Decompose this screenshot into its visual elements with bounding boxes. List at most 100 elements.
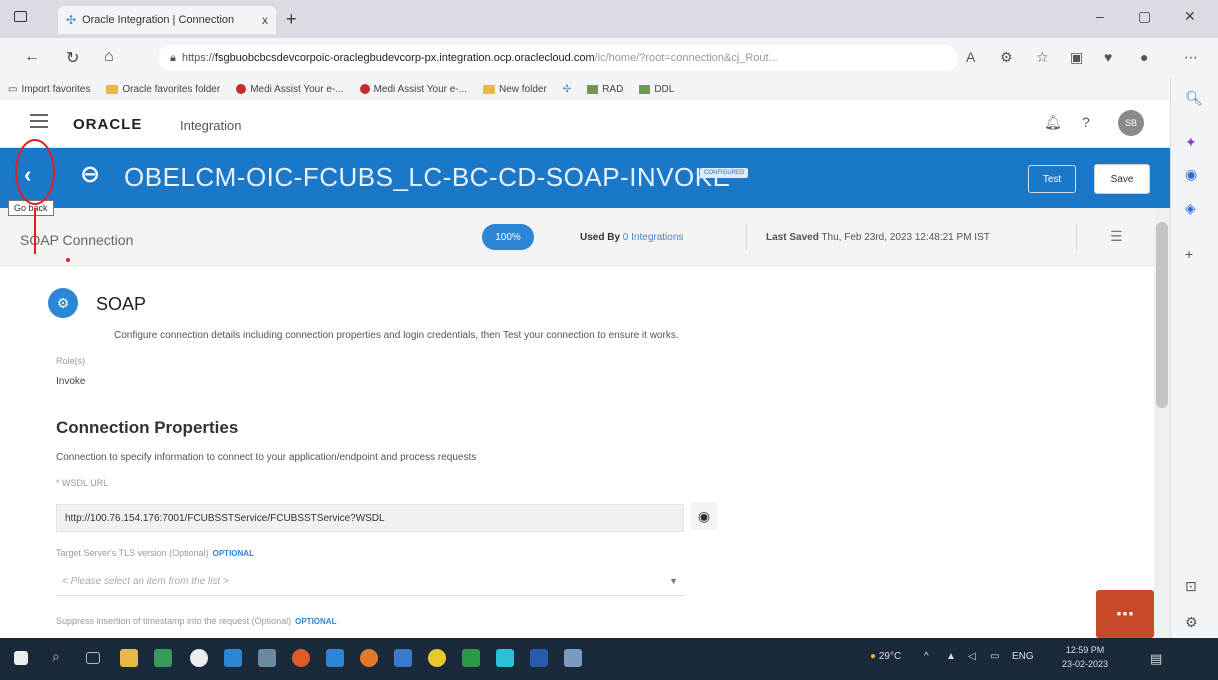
favorite-oic[interactable]: ✣ [563, 84, 571, 95]
language-indicator[interactable]: ENG [1012, 651, 1034, 662]
list-menu-icon[interactable]: ☰ [1110, 228, 1123, 245]
file-explorer-icon[interactable] [120, 649, 138, 667]
app-green-icon[interactable] [154, 649, 172, 667]
favorites-star-icon[interactable]: ☆ [1036, 49, 1049, 66]
new-tab-button[interactable]: + [286, 9, 297, 30]
app-gray-icon[interactable] [258, 649, 276, 667]
office-icon[interactable]: ◉ [1185, 166, 1197, 183]
favorite-medi-assist-2[interactable]: Medi Assist Your e-... [359, 84, 467, 95]
tray-chevron-icon[interactable]: ^ [924, 651, 929, 662]
section-description: Connection to specify information to con… [56, 452, 477, 463]
extensions-icon[interactable]: ⚙ [1000, 49, 1013, 66]
task-view-icon[interactable] [86, 652, 100, 664]
save-button[interactable]: Save [1094, 164, 1150, 194]
add-sidebar-icon[interactable]: + [1185, 246, 1193, 262]
profile-icon[interactable]: ● [1140, 49, 1148, 65]
windows-taskbar: ⌕ ● 29°C ^ ▲ ◁ ▭ ENG 12:59 PM 23-02-2023… [0, 638, 1218, 680]
folder-icon [106, 84, 119, 94]
notifications-icon[interactable]: ▤ [1150, 651, 1162, 667]
tls-version-select[interactable]: < Please select an item from the list > … [56, 568, 684, 596]
tab-close-icon[interactable]: x [262, 13, 268, 27]
connection-form: ⚙ SOAP Configure connection details incl… [0, 266, 1154, 638]
network-icon[interactable]: ▲ [946, 651, 956, 662]
red-annotation-dot [66, 258, 70, 262]
url-path: /ic/home/?root=connection&cj_Rout... [594, 52, 778, 64]
word-icon[interactable] [530, 649, 548, 667]
home-icon[interactable]: ⌂ [104, 48, 114, 66]
search-taskbar-icon[interactable]: ⌕ [52, 648, 70, 666]
browser-back-icon[interactable]: ← [24, 48, 40, 66]
volume-icon[interactable]: ◁ [968, 651, 976, 662]
soap-adapter-icon: ⚙ [48, 288, 78, 318]
favorite-medi-assist-1[interactable]: Medi Assist Your e-... [236, 84, 344, 95]
browser-tab[interactable]: ✣ Oracle Integration | Connection x [58, 6, 276, 34]
minimize-icon[interactable]: – [1096, 8, 1104, 24]
oracle-integration-favicon-icon: ✣ [562, 83, 572, 95]
app-orange-icon[interactable] [292, 649, 310, 667]
outlook-icon[interactable]: ◈ [1185, 200, 1196, 217]
completion-badge: 100% [482, 224, 534, 250]
shield-icon[interactable]: ♥ [1104, 49, 1112, 65]
app-blue-icon[interactable] [326, 649, 344, 667]
app-blue2-icon[interactable] [394, 649, 412, 667]
refresh-icon[interactable]: ↻ [66, 48, 79, 68]
url-prefix: https:// [181, 52, 215, 64]
lock-icon: 🔒︎ [170, 51, 176, 64]
more-icon[interactable]: ⋯ [1184, 49, 1198, 66]
chrome-icon[interactable] [190, 649, 208, 667]
url-domain: fsgbuobcbcsdevcorpoic-oraclegbudevcorp-p… [214, 52, 595, 64]
edge-sidebar: 🔍︎ ✦ ◉ ◈ + ⊡ ⚙ [1170, 78, 1218, 638]
windows-start-icon[interactable] [14, 651, 28, 665]
weather-widget[interactable]: ● 29°C [870, 651, 901, 662]
edge-icon[interactable] [224, 649, 242, 667]
page-title: SOAP Connection [20, 232, 134, 248]
chevron-down-icon: ▼ [669, 576, 678, 586]
browser-tab-bar: ✣ Oracle Integration | Connection x + – … [0, 0, 1218, 38]
url-bar[interactable]: 🔒︎ https://fsgbuobcbcsdevcorpoic-oracleg… [158, 45, 958, 71]
oracle-integration-favicon-icon: ✣ [66, 13, 77, 27]
red-annotation-line [34, 208, 36, 254]
screen: ✣ Oracle Integration | Connection x + – … [0, 0, 1218, 680]
firefox-icon[interactable] [360, 649, 378, 667]
app-misc-icon[interactable] [564, 649, 582, 667]
collections-icon[interactable]: ▣ [1070, 49, 1083, 66]
import-icon: ▭ [8, 83, 18, 95]
chat-icon[interactable]: ⋯ [1096, 590, 1154, 638]
favorite-oracle-folder[interactable]: Oracle favorites folder [106, 84, 220, 95]
sparkle-icon[interactable]: ✦ [1185, 134, 1197, 151]
oracle-logo: ORACLE [73, 116, 143, 133]
optional-tag: OPTIONAL [295, 617, 337, 626]
favorite-import[interactable]: ▭ Import favorites [8, 84, 90, 95]
search-icon[interactable]: 🔍︎ [1185, 90, 1203, 107]
notification-bell-icon[interactable]: 🔔︎ [1044, 114, 1062, 131]
tray-app-icon[interactable]: ▭ [990, 651, 999, 662]
eye-icon[interactable]: ◉ [690, 502, 718, 530]
edge-active-icon[interactable] [496, 649, 514, 667]
hamburger-menu-icon[interactable] [30, 114, 48, 132]
divider [1076, 224, 1077, 250]
sidebar-toggle-icon[interactable]: ⊡ [1185, 578, 1197, 595]
connection-title: OBELCM-OIC-FCUBS_LC-BC-CD-SOAP-INVOKE [124, 162, 731, 192]
app-yellow-icon[interactable] [428, 649, 446, 667]
window-close-icon[interactable]: ✕ [1184, 8, 1196, 25]
excel-icon[interactable] [462, 649, 480, 667]
sun-icon: ● [870, 651, 877, 662]
image-icon [639, 84, 651, 94]
wsdl-url-input[interactable]: http://100.76.154.176:7001/FCUBSSTServic… [56, 504, 684, 532]
test-button[interactable]: Test [1028, 165, 1076, 193]
help-icon[interactable]: ? [1082, 114, 1090, 130]
optional-tag: OPTIONAL [212, 549, 254, 558]
favorite-ddl[interactable]: DDL [639, 84, 674, 95]
used-by-link[interactable]: 0 Integrations [623, 232, 684, 243]
medi-assist-icon [236, 84, 247, 94]
favorite-rad[interactable]: RAD [587, 84, 623, 95]
avatar[interactable]: SB [1118, 110, 1144, 136]
scrollbar-thumb[interactable] [1156, 222, 1168, 408]
tab-actions-icon[interactable] [14, 11, 27, 22]
read-aloud-icon[interactable]: A [966, 49, 975, 65]
settings-icon[interactable]: ⚙ [1185, 614, 1198, 631]
tab-title: Oracle Integration | Connection [82, 14, 235, 26]
clock[interactable]: 12:59 PM 23-02-2023 [1062, 643, 1108, 671]
restore-icon[interactable]: ▢ [1138, 8, 1151, 25]
favorite-new-folder[interactable]: New folder [482, 84, 547, 95]
